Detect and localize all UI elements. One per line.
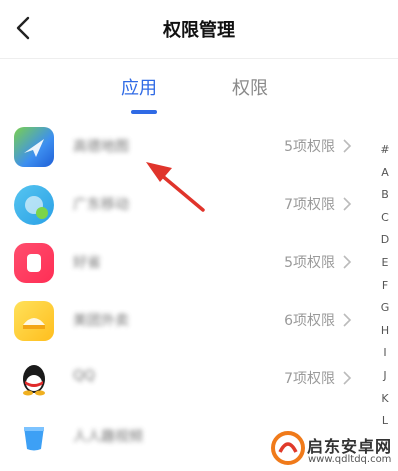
permission-count: 5项权限	[284, 255, 335, 271]
index-letter[interactable]: J	[376, 365, 394, 388]
tab-permissions[interactable]: 权限	[232, 74, 268, 100]
app-name: 美团外卖	[73, 313, 129, 329]
tab-apps[interactable]: 应用	[121, 74, 157, 100]
qq-app-icon	[14, 359, 54, 399]
header-divider	[0, 58, 398, 59]
watermark-logo-icon	[271, 431, 305, 465]
index-letter[interactable]: B	[376, 184, 394, 207]
delivery-app-icon	[14, 301, 54, 341]
chevron-right-icon	[343, 139, 352, 153]
list-item[interactable]: 高德地图 5项权限	[0, 118, 370, 176]
shopping-app-icon	[14, 243, 54, 283]
chevron-right-icon	[343, 255, 352, 269]
list-item[interactable]: 好省 5项权限	[0, 234, 370, 292]
tab-bar: 应用 权限	[0, 74, 398, 118]
index-letter[interactable]: #	[376, 139, 394, 162]
permission-count: 5项权限	[284, 139, 335, 155]
permission-count: 7项权限	[284, 371, 335, 387]
app-name: QQ	[73, 368, 96, 384]
list-item[interactable]: 广东移动 7项权限	[0, 176, 370, 234]
index-letter[interactable]: C	[376, 207, 394, 230]
list-item[interactable]: 美团外卖 6项权限	[0, 292, 370, 350]
index-letter[interactable]: G	[376, 297, 394, 320]
mobile-app-icon	[14, 185, 54, 225]
header-bar: 权限管理	[0, 0, 398, 58]
page-title: 权限管理	[163, 20, 235, 41]
permission-count: 7项权限	[284, 197, 335, 213]
active-tab-indicator	[131, 110, 157, 114]
video-app-icon	[14, 417, 54, 457]
watermark: 启东安卓网 www.qdltdq.com	[270, 430, 398, 471]
chevron-right-icon	[343, 371, 352, 385]
index-letter[interactable]: K	[376, 388, 394, 411]
index-letter[interactable]: I	[376, 342, 394, 365]
app-name: 人人趣视频	[73, 429, 143, 445]
permission-count: 6项权限	[284, 313, 335, 329]
index-letter[interactable]: F	[376, 275, 394, 298]
map-app-icon	[14, 127, 54, 167]
chevron-right-icon	[343, 197, 352, 211]
index-letter[interactable]: A	[376, 162, 394, 185]
index-letter[interactable]: D	[376, 229, 394, 252]
alphabet-index-bar[interactable]: # A B C D E F G H I J K L	[376, 139, 394, 433]
app-name: 好省	[73, 255, 101, 271]
chevron-right-icon	[343, 313, 352, 327]
index-letter[interactable]: H	[376, 320, 394, 343]
app-name: 高德地图	[73, 139, 129, 155]
watermark-url: www.qdltdq.com	[308, 454, 392, 465]
app-name: 广东移动	[73, 197, 129, 213]
list-item[interactable]: QQ 7项权限	[0, 350, 370, 408]
index-letter[interactable]: E	[376, 252, 394, 275]
